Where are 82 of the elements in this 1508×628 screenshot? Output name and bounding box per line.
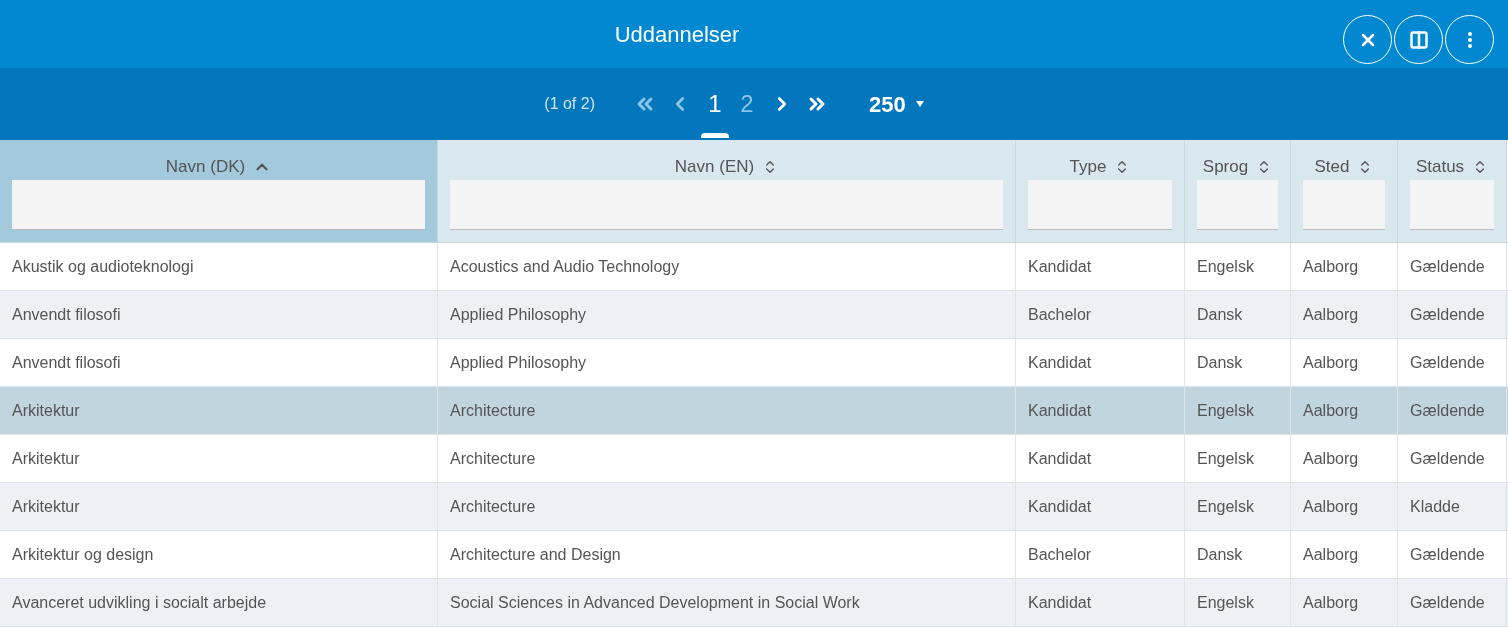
table-row[interactable]: Anvendt filosofi Applied Philosophy Kandidat Dansk Aalborg Gældende: [0, 339, 1508, 387]
column-title: Sted: [1314, 156, 1350, 179]
table-cell-text: Kladde: [1410, 496, 1460, 517]
table-cell-text: Aalborg: [1303, 448, 1359, 469]
table-cell-text: Engelsk: [1197, 400, 1254, 421]
table-cell-text: Architecture and Design: [450, 544, 621, 565]
table-cell-text: Kandidat: [1028, 256, 1092, 277]
window-title: Uddannelser: [614, 20, 740, 49]
column-header[interactable]: Navn (DK): [0, 140, 438, 242]
table-cell-text: Kandidat: [1028, 448, 1092, 469]
filter-field[interactable]: [1028, 180, 1172, 230]
column-header[interactable]: Type: [1016, 140, 1185, 242]
table-cell-text: Kandidat: [1028, 352, 1092, 373]
table-cell-text: Gældende: [1410, 304, 1485, 325]
table-row[interactable]: Avanceret udvikling i socialt arbejde Social Sciences in Advanced Development in Social Work Kandidat Engelsk Aalborg Gældende: [0, 579, 1508, 627]
table-cell-text: Aalborg: [1303, 304, 1359, 325]
table-cell-text: Anvendt filosofi: [12, 352, 121, 373]
column-title: Navn (DK): [165, 156, 246, 179]
table-cell-text: Arkitektur: [12, 496, 80, 517]
rows-per-page-dropdown[interactable]: 250: [869, 87, 924, 121]
table-cell-text: Engelsk: [1197, 256, 1254, 277]
more-icon: [1467, 31, 1472, 48]
table-cell-text: Engelsk: [1197, 448, 1254, 469]
table-cell-text: Acoustics and Audio Technology: [450, 256, 680, 277]
table-cell-text: Kandidat: [1028, 496, 1092, 517]
table-cell-text: Gældende: [1410, 256, 1485, 277]
table-cell-text: Aalborg: [1303, 352, 1359, 373]
filter-field[interactable]: [12, 180, 425, 230]
table-cell-text: Architecture: [450, 400, 536, 421]
table-row[interactable]: Akustik og audioteknologi Acoustics and Audio Technology Kandidat Engelsk Aalborg Gældende: [0, 243, 1508, 291]
table-cell-text: Aalborg: [1303, 544, 1359, 565]
table-cell-text: Avanceret udvikling i socialt arbejde: [12, 592, 267, 613]
filter-field[interactable]: [1410, 180, 1494, 230]
table-row[interactable]: Arkitektur og design Architecture and Design Bachelor Dansk Aalborg Gældende: [0, 531, 1508, 579]
table-row[interactable]: Arkitektur Architecture Kandidat Engelsk Aalborg Kladde: [0, 483, 1508, 531]
column-header[interactable]: Sprog: [1185, 140, 1291, 242]
filter-field[interactable]: [450, 180, 1003, 230]
table-cell-text: Gældende: [1410, 352, 1485, 373]
column-title: Sprog: [1202, 156, 1249, 179]
table-row[interactable]: Anvendt filosofi Applied Philosophy Bachelor Dansk Aalborg Gældende: [0, 291, 1508, 339]
filter-field[interactable]: [1197, 180, 1278, 230]
page-button[interactable]: 1: [705, 84, 725, 124]
table-cell-text: Anvendt filosofi: [12, 304, 121, 325]
table-cell-text: Akustik og audioteknologi: [12, 256, 194, 277]
table-cell-text: Aalborg: [1303, 256, 1359, 277]
column-title: Navn (EN): [674, 156, 755, 179]
table-cell-text: Bachelor: [1028, 544, 1092, 565]
page-summary: (1 of 2): [544, 94, 595, 114]
table-cell-text: Gældende: [1410, 400, 1485, 421]
table-cell-text: Social Sciences in Advanced Development in Social Work: [450, 592, 860, 613]
table-cell-text: Applied Philosophy: [450, 352, 587, 373]
column-header[interactable]: Navn (EN): [438, 140, 1016, 242]
table-cell-text: Dansk: [1197, 544, 1243, 565]
table-cell-text: Aalborg: [1303, 496, 1359, 517]
current-page-indicator: [701, 133, 729, 138]
table-cell-text: Kandidat: [1028, 400, 1092, 421]
table-cell-text: Bachelor: [1028, 304, 1092, 325]
column-header[interactable]: Status: [1398, 140, 1507, 242]
table-cell-text: Engelsk: [1197, 496, 1254, 517]
table-cell-text: Aalborg: [1303, 592, 1359, 613]
table-row[interactable]: Arkitektur Architecture Kandidat Engelsk Aalborg Gældende: [0, 387, 1508, 435]
table-cell-text: Arkitektur: [12, 400, 80, 421]
table-row[interactable]: Arkitektur Architecture Kandidat Engelsk Aalborg Gældende: [0, 435, 1508, 483]
table-cell-text: Kandidat: [1028, 592, 1092, 613]
table-cell-text: Aalborg: [1303, 400, 1359, 421]
dropdown-caret-icon: [915, 101, 924, 107]
column-title: Status: [1415, 156, 1465, 179]
table-cell-text: Engelsk: [1197, 592, 1254, 613]
table-cell-text: Dansk: [1197, 304, 1243, 325]
table-cell-text: Arkitektur og design: [12, 544, 154, 565]
table-cell-text: Architecture: [450, 496, 536, 517]
table-cell-text: Applied Philosophy: [450, 304, 587, 325]
table-cell-text: Gældende: [1410, 592, 1485, 613]
column-header[interactable]: Sted: [1291, 140, 1398, 242]
table-cell-text: Gældende: [1410, 544, 1485, 565]
columns-icon: [1408, 29, 1429, 50]
table-cell-text: Gældende: [1410, 448, 1485, 469]
column-title: Type: [1069, 156, 1107, 179]
table-cell-text: Dansk: [1197, 352, 1243, 373]
filter-field[interactable]: [1303, 180, 1385, 230]
table-cell-text: Arkitektur: [12, 448, 80, 469]
table-cell-text: Architecture: [450, 448, 536, 469]
